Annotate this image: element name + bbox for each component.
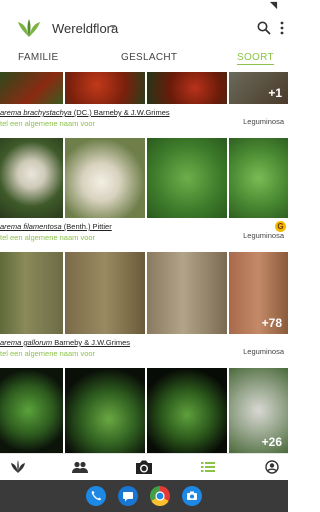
plant-photo[interactable]: +26 <box>229 368 288 453</box>
bottom-navigation <box>0 453 288 480</box>
author: (Benth.) Pittier <box>61 222 112 231</box>
plants-icon[interactable] <box>8 458 28 476</box>
camera-app-icon[interactable] <box>182 486 202 506</box>
list-icon[interactable] <box>198 458 218 476</box>
species-list: +1 arema brachystachya (DC.) Barneby & J… <box>0 72 288 453</box>
more-photos-count: +26 <box>261 435 282 449</box>
profile-icon[interactable] <box>262 458 282 476</box>
tab-geslacht[interactable]: GESLACHT <box>121 52 177 63</box>
species-info[interactable]: arema filamentosa (Benth.) Pittier G Leg… <box>0 218 288 252</box>
plant-photo[interactable] <box>65 368 145 453</box>
plant-photo[interactable] <box>147 138 227 218</box>
plant-photo[interactable] <box>0 252 63 334</box>
android-dock <box>0 480 288 512</box>
more-options-icon[interactable] <box>278 20 286 36</box>
genus-species: arema brachystachya <box>0 108 72 117</box>
plant-photo[interactable] <box>147 368 227 453</box>
app-logo-icon <box>18 19 40 37</box>
tab-soort[interactable]: SOORT <box>237 52 274 65</box>
plant-photo[interactable] <box>147 252 227 334</box>
plant-photo[interactable] <box>65 72 145 104</box>
messages-icon[interactable] <box>118 486 138 506</box>
plant-photo[interactable] <box>0 368 63 453</box>
author: (DC.) Barneby & J.W.Grimes <box>71 108 170 117</box>
species-info[interactable]: arema brachystachya (DC.) Barneby & J.W.… <box>0 104 288 138</box>
status-bar <box>0 0 288 12</box>
plant-photo[interactable] <box>65 138 145 218</box>
phone-icon[interactable] <box>86 486 106 506</box>
common-name-link[interactable]: tel een algemene naam voor <box>0 349 95 358</box>
chevron-down-icon[interactable] <box>110 25 116 29</box>
plant-photo[interactable] <box>147 72 227 104</box>
tab-familie[interactable]: FAMILIE <box>18 52 58 63</box>
wifi-icon <box>269 1 278 10</box>
more-photos-count: +1 <box>268 86 282 100</box>
scientific-name[interactable]: arema gallorum Barneby & J.W.Grimes <box>0 338 130 347</box>
plant-photo[interactable] <box>0 138 63 218</box>
author: Barneby & J.W.Grimes <box>52 338 131 347</box>
species-info[interactable]: arema gallorum Barneby & J.W.Grimes Legu… <box>0 334 288 368</box>
image-row: +78 <box>0 252 288 334</box>
plant-photo[interactable] <box>229 138 288 218</box>
plant-photo[interactable] <box>0 72 63 104</box>
common-name-link[interactable]: tel een algemene naam voor <box>0 233 95 242</box>
genus-species: arema gallorum <box>0 338 53 347</box>
plant-photo[interactable]: +78 <box>229 252 288 334</box>
more-photos-count: +78 <box>261 316 282 330</box>
plant-photo[interactable]: +1 <box>229 72 288 104</box>
chrome-icon[interactable] <box>150 486 170 506</box>
search-icon[interactable] <box>256 20 272 36</box>
family-name: Leguminosa <box>243 347 284 356</box>
common-name-link[interactable]: tel een algemene naam voor <box>0 119 95 128</box>
plant-photo[interactable] <box>65 252 145 334</box>
scientific-name[interactable]: arema filamentosa (Benth.) Pittier <box>0 222 112 231</box>
community-icon[interactable] <box>70 458 90 476</box>
family-name: Leguminosa <box>243 117 284 126</box>
scientific-name[interactable]: arema brachystachya (DC.) Barneby & J.W.… <box>0 108 170 117</box>
image-row: +26 <box>0 368 288 453</box>
family-name: Leguminosa <box>243 231 284 240</box>
app-bar: Wereldflora <box>0 12 288 44</box>
image-row <box>0 138 288 218</box>
app-title[interactable]: Wereldflora <box>52 21 118 36</box>
image-row: +1 <box>0 72 288 104</box>
genus-species: arema filamentosa <box>0 222 62 231</box>
camera-icon[interactable] <box>134 458 154 476</box>
taxonomy-tabs: FAMILIE GESLACHT SOORT <box>0 44 288 72</box>
